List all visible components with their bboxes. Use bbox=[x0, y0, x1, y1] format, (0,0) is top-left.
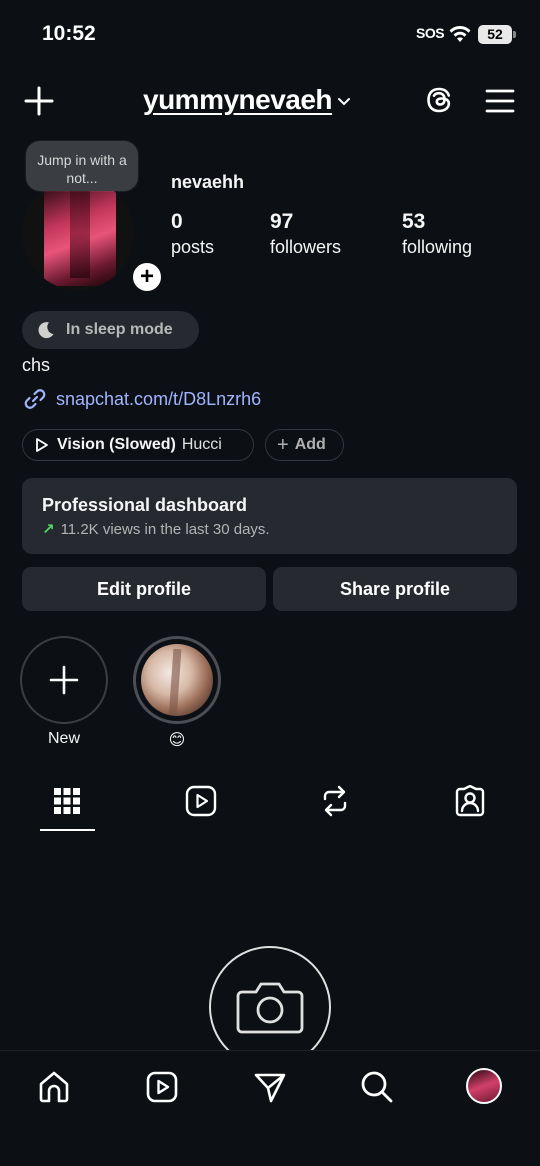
menu-icon[interactable] bbox=[484, 86, 516, 116]
repost-icon bbox=[323, 785, 347, 817]
bottom-navigation bbox=[0, 1050, 540, 1166]
plus-icon bbox=[49, 665, 79, 695]
dashboard-subtitle-row: ↗ 11.2K views in the last 30 days. bbox=[42, 520, 517, 539]
active-tab-indicator bbox=[40, 829, 95, 831]
status-bar: 10:52 SOS 52 bbox=[0, 0, 540, 70]
status-time: 10:52 bbox=[42, 22, 96, 45]
wifi-icon bbox=[449, 26, 471, 42]
grid-icon bbox=[54, 788, 80, 814]
tab-reels[interactable] bbox=[184, 784, 218, 818]
stat-posts[interactable]: 0 posts bbox=[171, 210, 214, 258]
display-name: nevaehh bbox=[171, 172, 245, 192]
professional-dashboard[interactable]: Professional dashboard ↗ 11.2K views in … bbox=[22, 478, 517, 554]
play-icon bbox=[36, 438, 48, 452]
stat-followers[interactable]: 97 followers bbox=[270, 210, 341, 258]
tab-reposts[interactable] bbox=[318, 784, 352, 818]
new-highlight-label: New bbox=[47, 730, 80, 747]
dashboard-title: Professional dashboard bbox=[42, 495, 248, 515]
add-chip[interactable]: + Add bbox=[265, 429, 344, 461]
tab-posts-grid[interactable] bbox=[50, 784, 84, 818]
profile-avatar[interactable] bbox=[22, 178, 134, 290]
add-label: Add bbox=[294, 436, 326, 453]
profile-link[interactable]: snapchat.com/t/D8Lnzrh6 bbox=[22, 386, 261, 412]
camera-icon bbox=[236, 982, 304, 1034]
add-story-icon[interactable]: + bbox=[130, 260, 164, 294]
threads-icon[interactable] bbox=[423, 84, 455, 116]
stat-following-value: 53 bbox=[402, 210, 426, 233]
profile-header: yummynevaeh bbox=[0, 80, 540, 124]
story-highlight-label: 😊 bbox=[168, 732, 186, 749]
plus-icon: + bbox=[277, 433, 289, 456]
share-profile-button[interactable]: Share profile bbox=[273, 567, 517, 611]
avatar-image-detail bbox=[70, 188, 90, 278]
home-icon bbox=[39, 1071, 69, 1103]
story-highlight[interactable] bbox=[133, 636, 221, 724]
stat-following[interactable]: 53 following bbox=[402, 210, 472, 258]
nav-search[interactable] bbox=[359, 1069, 395, 1105]
stat-posts-value: 0 bbox=[171, 210, 183, 233]
note-bubble[interactable]: Jump in with a not... bbox=[26, 141, 138, 191]
chevron-down-icon bbox=[338, 98, 351, 106]
profile-tabs bbox=[0, 778, 540, 834]
moon-icon bbox=[38, 322, 54, 339]
new-highlight-button[interactable] bbox=[20, 636, 108, 724]
stat-posts-label: posts bbox=[171, 237, 215, 257]
reels-icon bbox=[146, 1071, 178, 1103]
highlight-cover bbox=[141, 644, 213, 716]
stat-followers-value: 97 bbox=[270, 210, 294, 233]
sos-indicator: SOS bbox=[416, 25, 445, 41]
search-icon bbox=[361, 1071, 393, 1103]
link-icon bbox=[24, 389, 46, 409]
trend-up-icon: ↗ bbox=[42, 521, 55, 538]
link-text: snapchat.com/t/D8Lnzrh6 bbox=[56, 388, 262, 409]
nav-messages[interactable] bbox=[252, 1069, 288, 1105]
account-switcher[interactable]: yummynevaeh bbox=[143, 84, 352, 116]
nav-home[interactable] bbox=[36, 1069, 72, 1105]
profile-avatar-area: + bbox=[22, 178, 164, 294]
username: yummynevaeh bbox=[143, 84, 333, 115]
edit-profile-button[interactable]: Edit profile bbox=[22, 567, 266, 611]
stat-followers-label: followers bbox=[270, 237, 342, 257]
nav-reels[interactable] bbox=[144, 1069, 180, 1105]
music-chip[interactable]: Vision (Slowed) Hucci bbox=[22, 429, 254, 461]
sleep-mode-label: In sleep mode bbox=[66, 321, 173, 338]
music-title: Vision (Slowed) bbox=[57, 436, 176, 453]
bio-text: chs bbox=[22, 355, 51, 375]
dashboard-subtitle: 11.2K views in the last 30 days. bbox=[60, 520, 270, 538]
stat-following-label: following bbox=[402, 237, 473, 257]
nav-profile-avatar[interactable] bbox=[466, 1068, 502, 1104]
battery-indicator: 52 bbox=[478, 25, 516, 44]
reels-icon bbox=[185, 785, 217, 817]
music-artist: Hucci bbox=[181, 436, 222, 453]
tagged-person-icon bbox=[455, 785, 485, 817]
send-icon bbox=[254, 1073, 286, 1103]
create-plus-icon[interactable] bbox=[22, 84, 56, 118]
sleep-mode-pill[interactable]: In sleep mode bbox=[22, 311, 199, 349]
tab-tagged[interactable] bbox=[453, 784, 487, 818]
